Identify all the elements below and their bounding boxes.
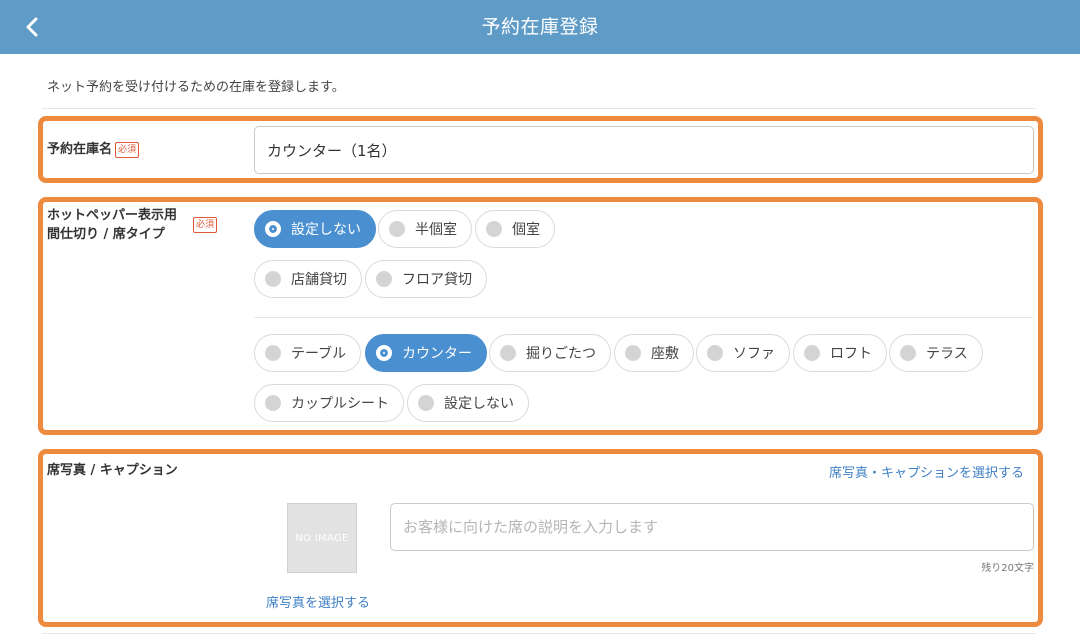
radio-icon — [707, 345, 723, 361]
seat-option[interactable]: 座敷 — [614, 334, 694, 372]
seat-option[interactable]: ロフト — [793, 334, 887, 372]
seat-type-label: ホットペッパー表示用 間仕切り / 席タイプ — [47, 206, 177, 244]
partition-option[interactable]: 店舗貸切 — [254, 260, 362, 298]
seat-type-label-line2: 間仕切り / 席タイプ — [47, 227, 165, 242]
seat-option-label: 座敷 — [651, 346, 679, 362]
seat-option-label: テーブル — [291, 346, 347, 362]
inventory-name-input[interactable] — [254, 126, 1034, 174]
partition-option-label: 設定しない — [291, 222, 361, 238]
partition-option-label: 半個室 — [415, 222, 457, 238]
partition-option[interactable]: 個室 — [475, 210, 555, 248]
seat-option-label: 設定しない — [444, 396, 514, 412]
radio-icon — [625, 345, 641, 361]
radio-icon — [389, 221, 405, 237]
select-photo-caption-link[interactable]: 席写真・キャプションを選択する — [829, 462, 1024, 481]
page-description: ネット予約を受け付けるための在庫を登録します。 — [47, 80, 345, 95]
partition-option-label: 店舗貸切 — [291, 272, 347, 288]
seat-option-label: カップルシート — [291, 396, 389, 412]
seat-type-label-line1: ホットペッパー表示用 — [47, 208, 178, 223]
seat-option[interactable]: カップルシート — [254, 384, 404, 422]
radio-selected-icon — [376, 345, 392, 361]
seat-option-label: テラス — [926, 346, 968, 362]
divider — [254, 317, 1033, 318]
seat-option-label: 掘りごたつ — [526, 346, 596, 362]
partition-option[interactable]: フロア貸切 — [365, 260, 487, 298]
select-photo-link[interactable]: 席写真を選択する — [266, 592, 370, 611]
no-image-placeholder: NO IMAGE — [287, 503, 357, 573]
partition-option-label: 個室 — [512, 222, 540, 238]
seat-option[interactable]: 設定しない — [407, 384, 529, 422]
seat-option[interactable]: 掘りごたつ — [489, 334, 611, 372]
radio-icon — [376, 271, 392, 287]
seat-option-label: カウンター — [402, 346, 472, 362]
required-badge: 必須 — [115, 141, 140, 158]
remaining-chars-counter: 残り20文字 — [981, 563, 1034, 574]
divider — [42, 108, 1036, 109]
seat-option-label: ロフト — [830, 346, 872, 362]
radio-icon — [265, 395, 281, 411]
photo-caption-label: 席写真 / キャプション — [47, 463, 178, 478]
partition-option[interactable]: 設定しない — [254, 210, 376, 248]
seat-option[interactable]: カウンター — [365, 334, 487, 372]
radio-icon — [418, 395, 434, 411]
seat-option[interactable]: テラス — [889, 334, 983, 372]
required-badge: 必須 — [193, 217, 218, 233]
seat-option[interactable]: テーブル — [254, 334, 362, 372]
seat-option-label: ソファ — [733, 346, 775, 362]
caption-input[interactable] — [390, 503, 1034, 551]
name-label: 予約在庫名 必須 — [47, 140, 140, 159]
radio-icon — [265, 271, 281, 287]
radio-icon — [265, 345, 281, 361]
partition-option[interactable]: 半個室 — [378, 210, 472, 248]
radio-selected-icon — [265, 221, 281, 237]
header-bar: 予約在庫登録 — [0, 0, 1080, 54]
radio-icon — [500, 345, 516, 361]
divider — [42, 633, 1036, 634]
page-title: 予約在庫登録 — [481, 16, 599, 38]
seat-option[interactable]: ソファ — [696, 334, 790, 372]
name-label-text: 予約在庫名 — [47, 142, 113, 157]
radio-icon — [486, 221, 502, 237]
radio-icon — [900, 345, 916, 361]
partition-option-label: フロア貸切 — [402, 272, 472, 288]
radio-icon — [804, 345, 820, 361]
